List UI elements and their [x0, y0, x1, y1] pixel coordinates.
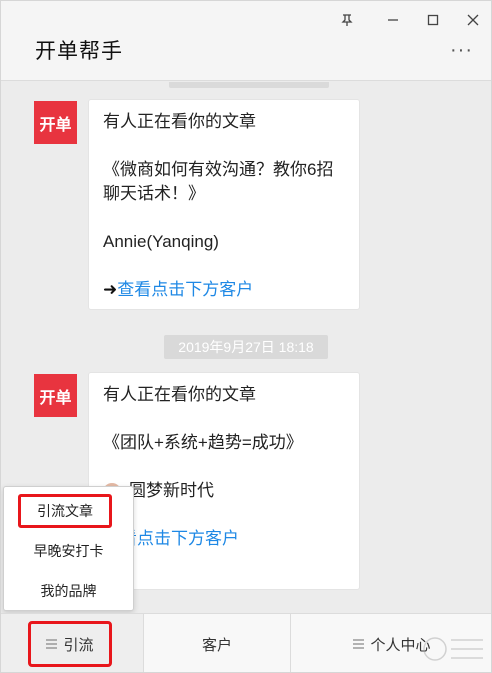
tab-traffic[interactable]: 引流 [1, 614, 143, 672]
pin-icon[interactable] [336, 9, 358, 31]
view-customers-line: ➜查看点击下方客户 [103, 278, 345, 302]
menu-lines-icon [46, 638, 58, 651]
view-customers-line: 查看点击下方客户 [103, 527, 345, 551]
arrow-icon: ➜ [103, 280, 118, 299]
message-bubble[interactable]: 有人正在看你的文章 《微商如何有效沟通？教你6招聊天话术！》 Annie(Yan… [88, 99, 360, 310]
more-options-icon[interactable]: ··· [450, 39, 473, 62]
window-title: 开单帮手 [35, 40, 123, 63]
tab-customers[interactable]: 客户 [144, 614, 290, 672]
maximize-icon[interactable] [422, 9, 444, 31]
message-heading: 有人正在看你的文章 [103, 385, 256, 404]
avatar[interactable]: 开单 [34, 374, 77, 417]
article-title: 《微商如何有效沟通？教你6招聊天话术！》 [103, 160, 334, 203]
minimize-icon[interactable] [382, 9, 404, 31]
timestamp-partial [169, 82, 329, 88]
close-icon[interactable] [462, 9, 484, 31]
app-window: 开单帮手 ··· 开单 有人正在看你的文章 《微商如何有效沟通？教你6招聊天话术… [0, 0, 492, 673]
bottom-menu-bar: 引流 客户 个人中心 [1, 613, 491, 672]
view-customers-link[interactable]: 查看点击下方客户 [117, 280, 253, 299]
watermark-icon [421, 628, 485, 670]
title-bar: 开单帮手 ··· [1, 1, 491, 81]
article-author: Annie(Yanqing) [103, 232, 219, 251]
article-author-line: 圆梦新时代 [103, 479, 345, 503]
timestamp: 2019年9月27日 18:18 [164, 335, 328, 359]
article-title: 《团队+系统+趋势=成功》 [103, 433, 303, 452]
message-heading: 有人正在看你的文章 [103, 112, 256, 131]
menu-item-my-brand[interactable]: 我的品牌 [4, 574, 133, 608]
popup-menu: 引流文章 早晚安打卡 我的品牌 [3, 486, 134, 611]
menu-item-morning-evening-checkin[interactable]: 早晚安打卡 [4, 534, 133, 568]
avatar[interactable]: 开单 [34, 101, 77, 144]
tab-label: 引流 [63, 636, 94, 654]
article-author: 圆梦新时代 [129, 481, 214, 500]
tab-label: 客户 [201, 637, 232, 654]
tab-traffic-highlight: 引流 [28, 621, 112, 667]
menu-item-traffic-articles[interactable]: 引流文章 [18, 494, 112, 528]
menu-lines-icon [353, 638, 365, 651]
